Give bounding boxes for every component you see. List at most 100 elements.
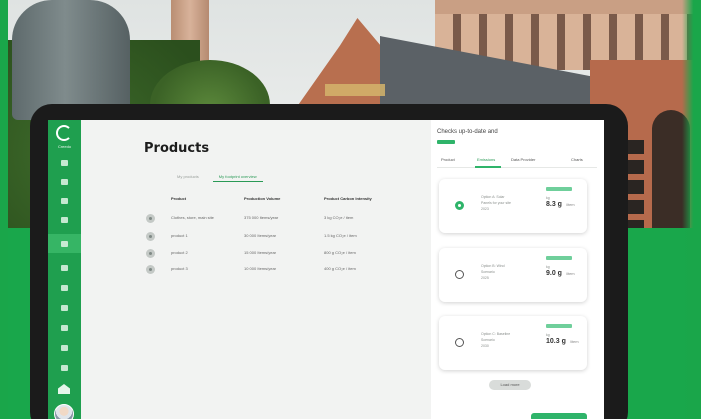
logo-label: Creedo: [57, 144, 72, 149]
main-content: Products My products My footprint overvi…: [81, 120, 431, 419]
card-line: 2023: [481, 207, 489, 211]
option-card[interactable]: Option B: Wind Scenario 2025 kg 9.0 g/it…: [439, 248, 587, 302]
sidebar-item-settings[interactable]: [48, 234, 81, 253]
value-text: 8.3 g: [546, 201, 562, 208]
cell-product: product 3: [171, 266, 188, 271]
green-edge-right: [682, 0, 701, 419]
cell-product: product 1: [171, 233, 188, 238]
cell-intensity: 400 g CO₂e / item: [324, 266, 356, 271]
insights-icon: [61, 304, 68, 311]
cell-volume: 375 000 Items/year: [244, 215, 279, 220]
table-row[interactable]: product 2 15 000 Items/year 800 g CO₂e /…: [143, 247, 413, 261]
product-icon: [146, 214, 155, 223]
sidebar-item-reports[interactable]: [48, 172, 81, 191]
value-text: 9.0 g: [546, 270, 562, 277]
logo-icon[interactable]: [56, 125, 72, 141]
card-value: 8.3 g/item: [546, 201, 575, 208]
sidebar-item-targets[interactable]: [48, 278, 81, 297]
column-header-intensity[interactable]: Product Carbon Intensity: [324, 196, 372, 201]
card-line: Scenario: [481, 270, 495, 274]
product-icon: [146, 232, 155, 241]
card-bar: [546, 324, 572, 328]
billing-icon: [61, 344, 68, 351]
settings-icon: [61, 240, 68, 247]
load-more-button[interactable]: Load more: [489, 380, 531, 390]
column-header-volume[interactable]: Production Volume: [244, 196, 280, 201]
detail-panel: Checks up-to-date and Product Emissions …: [431, 120, 604, 419]
documents-icon: [61, 324, 68, 331]
option-card[interactable]: Option C: Baseline Scenario 2030 kg 10.3…: [439, 316, 587, 370]
cell-intensity: 800 g CO₂e / item: [324, 250, 356, 255]
column-header-product[interactable]: Product: [171, 196, 186, 201]
tab-charts[interactable]: Charts: [571, 157, 583, 162]
value-text: 10.3 g: [546, 338, 566, 345]
sidebar-item-dashboard[interactable]: [48, 153, 81, 172]
tab-footprint-overview[interactable]: My footprint overview: [212, 172, 263, 182]
card-value: 9.0 g/item: [546, 270, 575, 277]
cell-intensity: 3 kg CO₂e / item: [324, 215, 354, 220]
reports-icon: [61, 178, 68, 185]
option-card[interactable]: Option A: Solar Panels for your site 202…: [439, 179, 587, 233]
targets-icon: [61, 284, 68, 291]
products-icon: [61, 197, 68, 204]
cell-intensity: 1.5 kg CO₂e / item: [324, 233, 357, 238]
dashboard-icon: [61, 159, 68, 166]
product-icon: [146, 265, 155, 274]
card-label: kg: [546, 265, 550, 269]
product-icon: [146, 249, 155, 258]
tab-emissions[interactable]: Emissions: [477, 157, 495, 162]
status-indicator: [437, 140, 455, 144]
avatar[interactable]: [54, 404, 74, 419]
main-tabs: My products My footprint overview: [171, 172, 263, 182]
card-line: 2030: [481, 344, 489, 348]
card-line: 2025: [481, 276, 489, 280]
table-row[interactable]: product 1 30 000 Items/year 1.5 kg CO₂e …: [143, 230, 413, 244]
value-unit: /item: [565, 202, 575, 207]
card-bar: [546, 256, 572, 260]
panel-tabs: Product Emissions Data Provider Charts: [437, 154, 597, 168]
analytics-icon: [61, 264, 68, 271]
card-line: Panels for your site: [481, 201, 511, 205]
building-window: [626, 140, 644, 230]
help-icon: [61, 364, 68, 371]
card-line: Option B: Wind: [481, 264, 505, 268]
suppliers-icon: [61, 216, 68, 223]
sidebar-item-insights[interactable]: [48, 298, 81, 317]
active-tab-indicator: [475, 166, 501, 168]
radio-unselected[interactable]: [455, 338, 464, 347]
confirm-button[interactable]: [531, 413, 587, 419]
card-value: 10.3 g/item: [546, 338, 579, 345]
building-cornice: [435, 0, 701, 14]
sidebar-item-products[interactable]: [48, 191, 81, 210]
card-label: kg: [546, 196, 550, 200]
cell-product: Clothes, store, main site: [171, 215, 214, 220]
card-label: kg: [546, 333, 550, 337]
cell-product: product 2: [171, 250, 188, 255]
cell-volume: 15 000 Items/year: [244, 250, 277, 255]
radio-unselected[interactable]: [455, 270, 464, 279]
tab-data-provider[interactable]: Data Provider: [511, 157, 535, 162]
radio-selected[interactable]: [455, 201, 464, 210]
card-line: Option C: Baseline: [481, 332, 511, 336]
table-row[interactable]: product 3 10 000 Items/year 400 g CO₂e /…: [143, 263, 413, 277]
sidebar-item-billing[interactable]: [48, 338, 81, 357]
card-line: Scenario: [481, 338, 495, 342]
card-line: Option A: Solar: [481, 195, 505, 199]
green-edge-left: [0, 0, 8, 419]
page-title: Products: [144, 141, 210, 156]
sidebar-item-documents[interactable]: [48, 318, 81, 337]
value-unit: /item: [565, 271, 575, 276]
tab-product[interactable]: Product: [441, 157, 455, 162]
sidebar-item-suppliers[interactable]: [48, 210, 81, 229]
sidebar-item-analytics[interactable]: [48, 258, 81, 277]
sidebar-item-help[interactable]: [48, 358, 81, 377]
cell-volume: 10 000 Items/year: [244, 266, 277, 271]
table-row[interactable]: Clothes, store, main site 375 000 Items/…: [143, 212, 413, 226]
tab-my-products[interactable]: My products: [171, 172, 205, 182]
table-header: Product Production Volume Product Carbon…: [171, 196, 411, 204]
statue: [12, 0, 130, 120]
cell-volume: 30 000 Items/year: [244, 233, 277, 238]
home-icon[interactable]: [58, 384, 70, 394]
panel-title: Checks up-to-date and: [437, 129, 498, 135]
app-screen: Creedo Products My products My footprint…: [48, 120, 604, 419]
